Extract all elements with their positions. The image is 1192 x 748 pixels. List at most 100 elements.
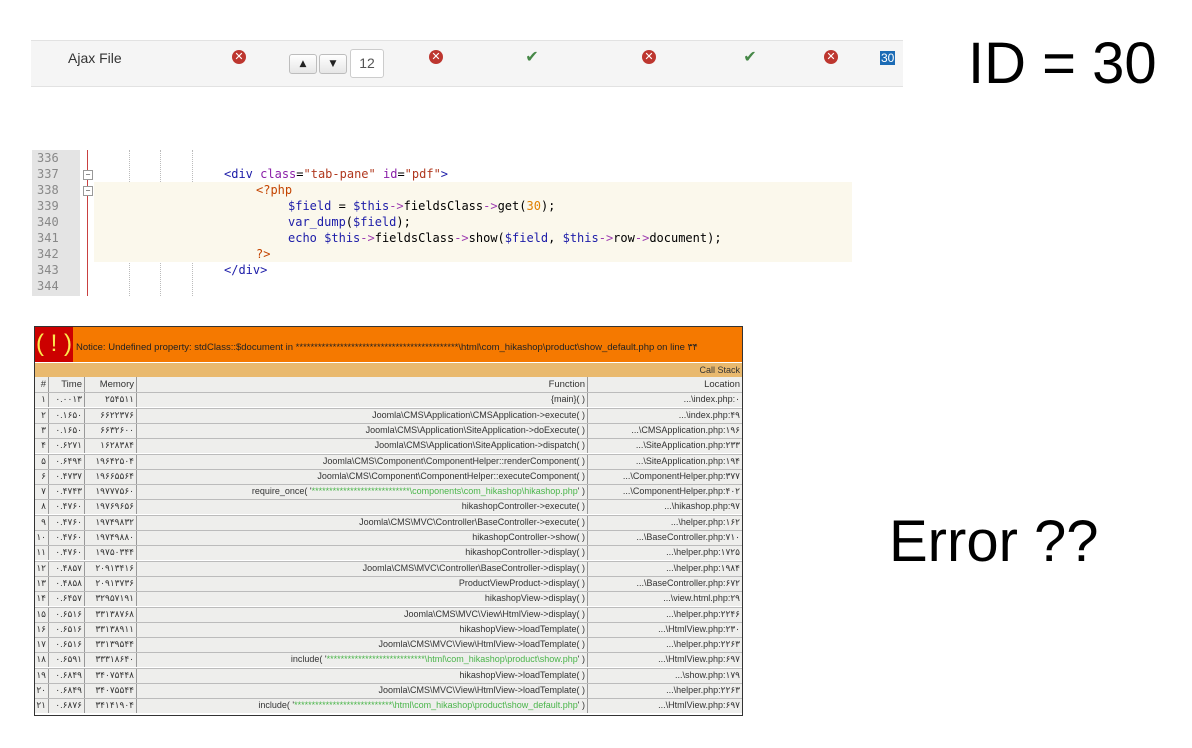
row-divider	[35, 652, 742, 654]
row-memory: ۶۶٣٢۶٠٠	[85, 422, 137, 438]
php-block-highlight	[94, 214, 852, 230]
unpublished-icon[interactable]: ✕	[642, 50, 656, 64]
unpublished-icon[interactable]: ✕	[429, 50, 443, 64]
row-divider	[35, 453, 742, 455]
table-row: ١۵ ٠.۶۵١۶ ٣٣١٣٨٧۶٨ Joomla\CMS\MVC\View\Html…	[35, 606, 742, 622]
row-divider	[35, 530, 742, 531]
row-memory: ٣۴٠٧۵۵۴۴	[85, 683, 137, 698]
row-index: ١٧	[35, 637, 49, 653]
row-function: ProductViewProduct->display( )	[137, 575, 588, 591]
move-up-button[interactable]: ▲	[289, 54, 317, 74]
row-function: hikashopView->loadTemplate( )	[137, 667, 588, 683]
row-index: ١	[35, 392, 49, 408]
row-location: ...\HtmlView.php:٢٣٠	[588, 621, 742, 637]
row-index: ١١	[35, 545, 49, 561]
row-divider	[35, 560, 742, 562]
line-number: 343	[37, 263, 59, 277]
row-location: ...\show.php:١٧٩	[588, 667, 742, 683]
table-row: ١٨ ٠.۶۵٩١ ٣٣٣١٨۶۴٠ include( '**************…	[35, 652, 742, 668]
row-index: ١۶	[35, 621, 49, 637]
row-divider	[35, 591, 742, 593]
row-function: Joomla\CMS\Application\CMSApplication->e…	[137, 407, 588, 423]
code-editor: 336 337 338 339 340 341 342 343 344 − − …	[32, 150, 852, 296]
php-block-highlight	[94, 182, 852, 198]
ordering-input[interactable]: 12	[350, 49, 384, 78]
row-time: ٠.۶۵١۶	[49, 637, 85, 653]
code-line-338: <?php	[256, 183, 293, 197]
published-check-icon[interactable]: ✔	[525, 49, 539, 65]
row-time: ٠.١۶۵٠	[49, 422, 85, 438]
row-time: ٠.۴٧۶٠	[49, 514, 85, 530]
row-function: {main}( )	[137, 392, 588, 408]
line-number: 344	[37, 279, 59, 293]
row-memory: ٣٢٩۵٧١٩١	[85, 591, 137, 607]
row-memory: ١٩٧٧٧۵۶٠	[85, 484, 137, 500]
row-time: ٠.۴٧۴٣	[49, 484, 85, 500]
row-time: ٠.۶۵١۶	[49, 621, 85, 637]
line-number: 338	[37, 183, 59, 197]
row-function: hikashopController->display( )	[137, 545, 588, 561]
row-index: ٢	[35, 407, 49, 423]
row-location: ...\SiteApplication.php:١٩۴	[588, 453, 742, 469]
row-memory: ٣٣١٣٩۵۴۴	[85, 637, 137, 653]
table-row: ٢٠ ٠.۶٨۴٩ ٣۴٠٧۵۵۴۴ Joomla\CMS\MVC\View\Html…	[35, 683, 742, 698]
row-memory: ١٩٧۴٩٨٨٠	[85, 530, 137, 545]
row-divider	[35, 514, 742, 516]
row-function: hikashopController->execute( )	[137, 499, 588, 515]
row-divider	[35, 621, 742, 623]
row-divider	[35, 407, 742, 409]
row-function: Joomla\CMS\Component\ComponentHelper::ex…	[137, 468, 588, 484]
row-time: ٠.۶٢٧١	[49, 438, 85, 454]
table-row: ٩ ٠.۴٧۶٠ ١٩٧۴٩٨٣٢ Joomla\CMS\MVC\Controller…	[35, 514, 742, 530]
warning-icon: ( ! )	[35, 327, 73, 362]
xdebug-error-table: ( ! ) Notice: Undefined property: stdCla…	[34, 326, 743, 716]
table-row: ١٣ ٠.۴٨۵٨ ٢٠٩١٣٧٣۶ ProductViewProduct->disp…	[35, 575, 742, 591]
table-row: ۵ ٠.۶۴٩۴ ١٩۶۴٢۵٠۴ Joomla\CMS\Component\Comp…	[35, 453, 742, 469]
row-location: ...\index.php:۴٩	[588, 407, 742, 423]
published-check-icon[interactable]: ✔	[743, 49, 757, 65]
row-location: ...\helper.php:١٧٢۵	[588, 545, 742, 561]
column-header: #	[35, 377, 49, 392]
row-location: ...\helper.php:٢٢۴۶	[588, 606, 742, 622]
line-number: 339	[37, 199, 59, 213]
table-row: ١ ٠.٠٠١٣ ٢۵۴۵١١ {main}( ) ...\index.php:٠	[35, 392, 742, 408]
table-row: ٢١ ٠.۶٨٧۶ ٣۴١۴١٩٠۴ include( '**************…	[35, 698, 742, 714]
code-line-343: </div>	[224, 263, 268, 277]
error-header: ( ! ) Notice: Undefined property: stdCla…	[35, 327, 742, 362]
row-memory: ١٩٧۶٩۶۵۶	[85, 499, 137, 515]
row-divider	[35, 575, 742, 577]
row-function: Joomla\CMS\Component\ComponentHelper::re…	[137, 453, 588, 469]
table-row: ٢ ٠.١۶۵٠ ۶۶٢٢٣٧۶ Joomla\CMS\Application\CMS…	[35, 407, 742, 423]
row-memory: ٣٣١٣٨٧۶٨	[85, 606, 137, 622]
row-time: ٠.۶۴٩۴	[49, 453, 85, 469]
row-time: ٠.۶٨۴٩	[49, 667, 85, 683]
unpublished-icon[interactable]: ✕	[232, 50, 246, 64]
code-line-342: ?>	[256, 247, 271, 261]
row-index: ١٠	[35, 530, 49, 545]
row-memory: ٢٠٩١٣۴١۶	[85, 560, 137, 576]
fold-toggle-icon[interactable]: −	[83, 186, 93, 196]
row-time: ٠.۴٧۶٠	[49, 499, 85, 515]
row-index: ۶	[35, 468, 49, 484]
row-time: ٠.۶۴۵٧	[49, 591, 85, 607]
row-time: ٠.۶٨۴٩	[49, 683, 85, 698]
line-number: 340	[37, 215, 59, 229]
line-number: 336	[37, 151, 59, 165]
row-memory: ١٩۶۴٢۵٠۴	[85, 453, 137, 469]
row-time: ٠.٠٠١٣	[49, 392, 85, 408]
fold-toggle-icon[interactable]: −	[83, 170, 93, 180]
table-row: ٧ ٠.۴٧۴٣ ١٩٧٧٧۵۶٠ require_once( '**********…	[35, 484, 742, 500]
code-line-340: var_dump($field);	[288, 215, 411, 229]
move-down-button[interactable]: ▼	[319, 54, 347, 74]
row-memory: ١٩٧۴٩٨٣٢	[85, 514, 137, 530]
field-row: Ajax File ✕ ▲ ▼ 12 ✕ ✔ ✕ ✔ ✕ 30	[31, 40, 903, 87]
row-divider	[35, 438, 742, 440]
code-line-337: <div class="tab-pane" id="pdf">	[224, 167, 449, 181]
callstack-title: Call Stack	[35, 363, 742, 377]
line-number: 342	[37, 247, 59, 261]
row-time: ٠.۴٧۶٠	[49, 530, 85, 545]
table-row: ۶ ٠.۴٧٣٧ ١٩۶۶۵۵۶۴ Joomla\CMS\Component\Comp…	[35, 468, 742, 484]
table-row: ١١ ٠.۴٧۶٠ ١٩٧۵٠٣۴۴ hikashopController->disp…	[35, 545, 742, 561]
unpublished-icon[interactable]: ✕	[824, 50, 838, 64]
row-location: ...\helper.php:١٩٨۴	[588, 560, 742, 576]
